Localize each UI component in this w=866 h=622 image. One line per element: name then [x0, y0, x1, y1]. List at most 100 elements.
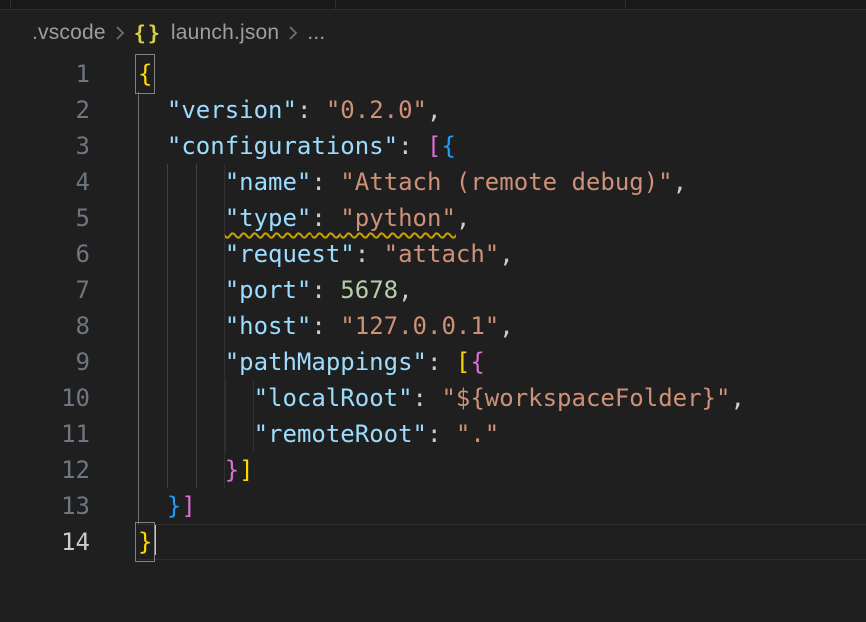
code-token: ,	[427, 96, 441, 124]
code-line[interactable]: 4"name": "Attach (remote debug)",	[0, 164, 866, 200]
tab-bar-edge	[0, 0, 866, 10]
chevron-right-icon	[115, 25, 125, 41]
line-number[interactable]: 5	[0, 200, 138, 236]
code-line-content[interactable]: }]	[138, 452, 866, 488]
code-token: ]	[181, 492, 195, 520]
breadcrumb-item-symbol[interactable]: ...	[307, 21, 325, 45]
indent-guides	[138, 380, 254, 416]
code-token: ,	[673, 168, 687, 196]
tab-divider	[625, 0, 626, 9]
code-token: ,	[730, 384, 744, 412]
line-number[interactable]: 1	[0, 56, 138, 92]
code-token: :	[427, 420, 456, 448]
indent-guides	[138, 488, 167, 524]
code-token: }	[225, 456, 239, 484]
line-number[interactable]: 2	[0, 92, 138, 128]
indent-guides	[138, 416, 254, 452]
code-token: "attach"	[384, 240, 500, 268]
line-number[interactable]: 9	[0, 344, 138, 380]
indent-guides	[138, 272, 225, 308]
code-line-content[interactable]: }]	[138, 488, 866, 524]
text-cursor	[154, 525, 156, 555]
code-line[interactable]: 12}]	[0, 452, 866, 488]
line-number[interactable]: 10	[0, 380, 138, 416]
json-braces-icon: {}	[134, 21, 162, 45]
code-line[interactable]: 13}]	[0, 488, 866, 524]
code-token: "type"	[225, 204, 312, 232]
code-line-content[interactable]: {	[138, 56, 866, 92]
line-number[interactable]: 8	[0, 308, 138, 344]
breadcrumb-item-folder[interactable]: .vscode	[32, 21, 106, 45]
code-line[interactable]: 6"request": "attach",	[0, 236, 866, 272]
line-number[interactable]: 14	[0, 524, 138, 560]
code-line-content[interactable]: "configurations": [{	[138, 128, 866, 164]
indent-guides	[138, 92, 167, 128]
code-token: ]	[239, 456, 253, 484]
code-token: ,	[499, 240, 513, 268]
indent-guides	[138, 164, 225, 200]
code-line[interactable]: 3"configurations": [{	[0, 128, 866, 164]
indent-guides	[138, 200, 225, 236]
code-token: "."	[456, 420, 499, 448]
code-line-content[interactable]: "remoteRoot": "."	[138, 416, 866, 452]
breadcrumb-item-file[interactable]: launch.json	[171, 21, 279, 45]
bracket-match: }	[138, 524, 152, 560]
indent-guides	[138, 236, 225, 272]
code-line[interactable]: 8"host": "127.0.0.1",	[0, 308, 866, 344]
bracket-match: {	[138, 56, 152, 92]
code-line[interactable]: 2"version": "0.2.0",	[0, 92, 866, 128]
indent-guides	[138, 452, 225, 488]
code-line-content[interactable]: "type": "python",	[138, 200, 866, 236]
line-number[interactable]: 13	[0, 488, 138, 524]
line-number[interactable]: 3	[0, 128, 138, 164]
line-number[interactable]: 12	[0, 452, 138, 488]
code-line[interactable]: 5"type": "python",	[0, 200, 866, 236]
code-token: :	[311, 312, 340, 340]
code-token: {	[441, 132, 455, 160]
line-number[interactable]: 11	[0, 416, 138, 452]
line-number[interactable]: 6	[0, 236, 138, 272]
tab-divider	[335, 0, 336, 9]
code-line[interactable]: 10"localRoot": "${workspaceFolder}",	[0, 380, 866, 416]
code-token: "Attach (remote debug)"	[340, 168, 672, 196]
code-token: :	[311, 204, 340, 232]
code-line[interactable]: 1{	[0, 56, 866, 92]
code-token: [	[456, 348, 470, 376]
indent-guides	[138, 128, 167, 164]
code-line-content[interactable]: "host": "127.0.0.1",	[138, 308, 866, 344]
code-line[interactable]: 14}	[0, 524, 866, 560]
code-line-content[interactable]: "request": "attach",	[138, 236, 866, 272]
code-line-content[interactable]: "pathMappings": [{	[138, 344, 866, 380]
code-token: "remoteRoot"	[254, 420, 427, 448]
code-line-content[interactable]: }	[138, 524, 866, 560]
code-line-content[interactable]: "version": "0.2.0",	[138, 92, 866, 128]
code-token: "0.2.0"	[326, 96, 427, 124]
tab-divider	[10, 0, 11, 9]
code-line[interactable]: 7"port": 5678,	[0, 272, 866, 308]
indent-guides	[138, 308, 225, 344]
code-token: :	[311, 168, 340, 196]
code-token: :	[355, 240, 384, 268]
warning-squiggle: "type": "python"	[225, 204, 456, 232]
code-token: :	[413, 384, 442, 412]
code-token: :	[398, 132, 427, 160]
line-number[interactable]: 4	[0, 164, 138, 200]
code-line[interactable]: 9"pathMappings": [{	[0, 344, 866, 380]
code-token: "configurations"	[167, 132, 398, 160]
code-line-content[interactable]: "name": "Attach (remote debug)",	[138, 164, 866, 200]
code-token: :	[427, 348, 456, 376]
vscode-editor-window: .vscode {} launch.json ... 1{2"version":…	[0, 0, 866, 622]
code-token: 5678	[340, 276, 398, 304]
code-token: "pathMappings"	[225, 348, 427, 376]
code-line-content[interactable]: "port": 5678,	[138, 272, 866, 308]
code-token: }	[167, 492, 181, 520]
code-token: :	[311, 276, 340, 304]
code-line[interactable]: 11"remoteRoot": "."	[0, 416, 866, 452]
code-editor: 1{2"version": "0.2.0",3"configurations":…	[0, 56, 866, 560]
code-token: ,	[398, 276, 412, 304]
line-number[interactable]: 7	[0, 272, 138, 308]
breadcrumb: .vscode {} launch.json ...	[0, 10, 866, 56]
code-token: "request"	[225, 240, 355, 268]
code-token: "127.0.0.1"	[340, 312, 499, 340]
code-line-content[interactable]: "localRoot": "${workspaceFolder}",	[138, 380, 866, 416]
